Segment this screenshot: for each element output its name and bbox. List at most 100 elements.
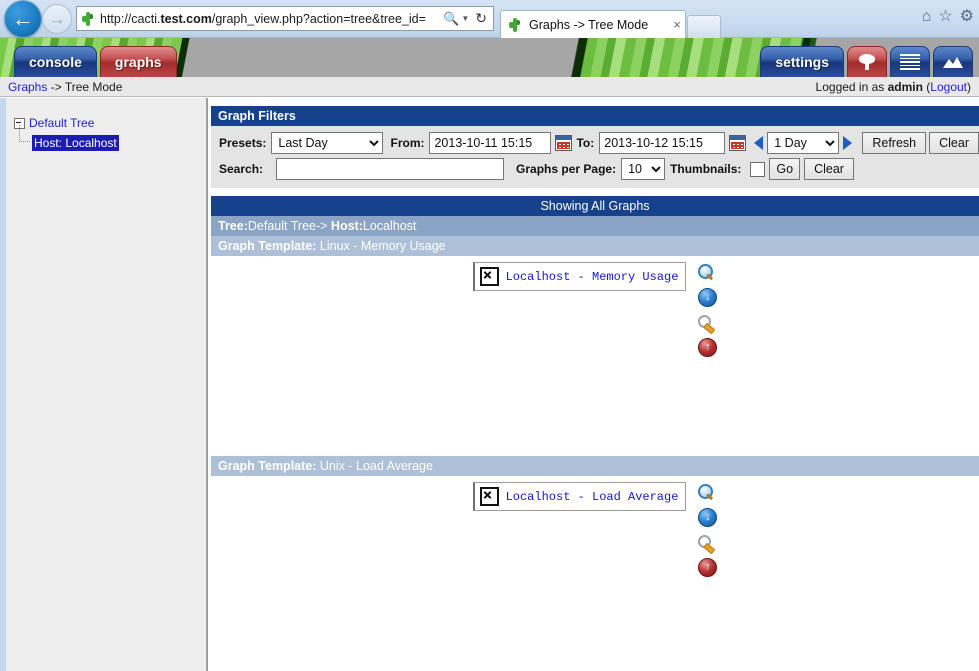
- graph-block: Localhost - Load Average ↓ ↑: [211, 476, 979, 631]
- list-icon: [900, 54, 920, 70]
- session-username: admin: [887, 80, 923, 94]
- thumbnails-checkbox[interactable]: [750, 161, 766, 177]
- graph-template-header: Graph Template: Unix - Load Average: [211, 456, 979, 476]
- forward-arrow-icon: →: [48, 9, 66, 29]
- time-span-select[interactable]: 1 Day: [767, 132, 840, 154]
- tree-node-host-localhost[interactable]: Host: Localhost: [19, 125, 119, 151]
- graph-block: Localhost - Memory Usage ↓ ↑: [211, 256, 979, 456]
- broken-image-icon: [479, 487, 499, 506]
- graph-action-icons: ↓ ↑: [698, 482, 718, 577]
- tab-strip: Graphs -> Tree Mode ×: [500, 4, 721, 38]
- graph-template-label: Graph Template:: [218, 239, 317, 253]
- sidebar-rail: [0, 98, 6, 671]
- graph-image-placeholder[interactable]: Localhost - Load Average: [472, 482, 687, 511]
- graph-page-top-icon[interactable]: ↑: [698, 558, 718, 577]
- nav-tab-preview[interactable]: [933, 46, 973, 77]
- from-date-input[interactable]: [429, 132, 552, 154]
- graph-filters-row-2: Search: Graphs per Page: 10 Thumbnails: …: [211, 156, 979, 182]
- graph-csv-export-icon[interactable]: ↓: [698, 508, 718, 527]
- tree-connector-line: [19, 125, 30, 142]
- nav-tab-console[interactable]: console: [14, 46, 97, 77]
- search-icon[interactable]: 🔍: [443, 11, 459, 27]
- primary-nav-right: settings: [760, 46, 973, 77]
- tree-name: Default Tree->: [247, 219, 331, 233]
- graphs-per-page-label: Graphs per Page:: [516, 162, 617, 176]
- session-info: Logged in as admin (Logout): [815, 80, 971, 94]
- graph-properties-icon[interactable]: [698, 314, 716, 335]
- close-icon[interactable]: ×: [673, 17, 681, 32]
- graph-preview-icon: [941, 55, 965, 69]
- nav-tab-graphs-label: graphs: [114, 54, 162, 70]
- nav-tab-graphs[interactable]: graphs: [99, 46, 177, 77]
- browser-toolbar-icons: ⌂ ☆ ⚙: [922, 9, 974, 25]
- host-name: Localhost: [362, 219, 417, 233]
- graph-zoom-icon[interactable]: [698, 484, 715, 501]
- thumbnails-label: Thumbnails:: [670, 162, 742, 176]
- graph-template-name: Linux - Memory Usage: [319, 239, 446, 253]
- graph-filters-row-1: Presets: Last Day From: To: 1 Day Refres…: [211, 130, 979, 156]
- graph-properties-icon[interactable]: [698, 534, 716, 555]
- graph-filters-panel: Presets: Last Day From: To: 1 Day Refres…: [211, 126, 979, 188]
- refresh-button[interactable]: Refresh: [862, 132, 927, 154]
- cacti-header-banner: console graphs settings: [0, 38, 979, 79]
- graph-template-header: Graph Template: Linux - Memory Usage: [211, 236, 979, 256]
- graph-image-placeholder[interactable]: Localhost - Memory Usage: [472, 262, 687, 291]
- breadcrumb-separator: ->: [47, 80, 65, 94]
- url-domain: test.com: [160, 11, 212, 26]
- home-icon[interactable]: ⌂: [922, 9, 932, 25]
- graph-page-top-icon[interactable]: ↑: [698, 338, 718, 357]
- graphs-per-page-select[interactable]: 10: [621, 158, 666, 180]
- graph-item: Localhost - Memory Usage ↓ ↑: [472, 262, 718, 357]
- go-button[interactable]: Go: [769, 158, 801, 180]
- nav-tab-list[interactable]: [890, 46, 930, 77]
- nav-tab-settings[interactable]: settings: [760, 46, 844, 77]
- search-input[interactable]: [276, 158, 505, 180]
- graph-title-link[interactable]: Localhost - Load Average: [506, 490, 679, 504]
- graph-filters-title: Graph Filters: [211, 106, 979, 126]
- browser-tab[interactable]: Graphs -> Tree Mode ×: [500, 10, 686, 38]
- graph-zoom-icon[interactable]: [698, 264, 715, 281]
- tree-sidebar: Default Tree Host: Localhost: [0, 98, 208, 671]
- right-arrow-icon[interactable]: [843, 136, 853, 150]
- to-date-input[interactable]: [599, 132, 726, 154]
- breadcrumb-link-graphs[interactable]: Graphs: [8, 80, 47, 94]
- tree-path-header: Tree:Default Tree-> Host:Localhost: [211, 216, 979, 236]
- browser-tab-title: Graphs -> Tree Mode: [529, 17, 649, 32]
- browser-forward-button[interactable]: →: [42, 4, 72, 34]
- breadcrumb-current: Tree Mode: [64, 80, 123, 94]
- graph-title-link[interactable]: Localhost - Memory Usage: [506, 270, 679, 284]
- star-icon[interactable]: ☆: [938, 9, 952, 25]
- clear-search-button[interactable]: Clear: [804, 158, 854, 180]
- browser-back-button[interactable]: ←: [4, 0, 42, 38]
- calendar-icon[interactable]: [729, 135, 747, 151]
- reload-icon[interactable]: ↻: [475, 10, 487, 27]
- presets-label: Presets:: [219, 136, 267, 150]
- cactus-favicon-icon: [80, 11, 96, 27]
- calendar-icon[interactable]: [555, 135, 573, 151]
- tree-node-default-tree-label[interactable]: Default Tree: [29, 116, 94, 130]
- to-label: To:: [576, 136, 595, 150]
- graph-item: Localhost - Load Average ↓ ↑: [472, 482, 718, 577]
- new-tab-button[interactable]: [687, 15, 721, 38]
- search-label: Search:: [219, 162, 264, 176]
- left-arrow-icon[interactable]: [754, 136, 764, 150]
- nav-tab-console-label: console: [29, 54, 82, 70]
- clear-button[interactable]: Clear: [929, 132, 979, 154]
- graph-action-icons: ↓ ↑: [698, 262, 718, 357]
- from-label: From:: [390, 136, 425, 150]
- tree-icon: [858, 53, 876, 71]
- host-prefix: Host:: [330, 219, 363, 233]
- nav-tab-settings-label: settings: [775, 54, 829, 70]
- logout-link[interactable]: Logout: [930, 80, 967, 94]
- chevron-down-icon[interactable]: ▼: [461, 14, 469, 23]
- tree-node-host-localhost-label[interactable]: Host: Localhost: [32, 135, 119, 151]
- tree-root: Default Tree Host: Localhost: [14, 115, 119, 151]
- graph-csv-export-icon[interactable]: ↓: [698, 288, 718, 307]
- address-bar[interactable]: http://cacti.test.com/graph_view.php?act…: [76, 6, 494, 31]
- presets-select[interactable]: Last Day: [271, 132, 384, 154]
- cactus-favicon-icon: [507, 17, 523, 33]
- gear-icon[interactable]: ⚙: [960, 9, 974, 25]
- nav-tab-tree[interactable]: [847, 46, 887, 77]
- back-arrow-icon: ←: [12, 6, 34, 31]
- page-root: ← → http://cacti.test.com/graph_view.php…: [0, 0, 979, 671]
